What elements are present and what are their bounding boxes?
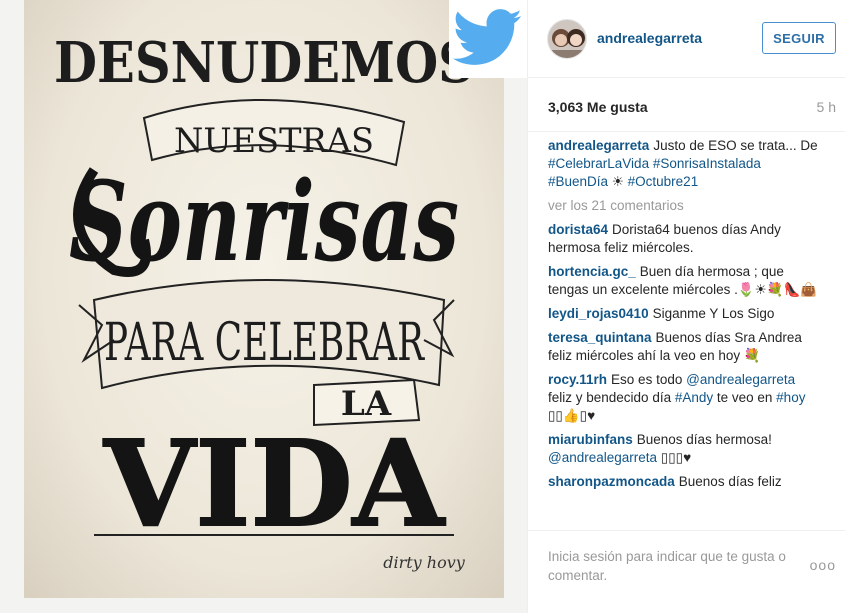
comment-item: sharonpazmoncada Buenos días feliz bbox=[548, 473, 820, 491]
comment-text: te veo en bbox=[713, 390, 777, 405]
comments-list: andrealegarreta Justo de ESO se trata... … bbox=[548, 137, 820, 529]
art-line-para-celebrar: PARA CELEBRAR bbox=[104, 313, 425, 373]
comment-text: Eso es todo bbox=[611, 372, 687, 387]
post-footer: Inicia sesión para indicar que te gusta … bbox=[528, 530, 845, 613]
art-line-desnudemos: DESNUDEMOS bbox=[54, 30, 474, 96]
post-stats: 3,063 Me gusta 5 h bbox=[528, 78, 845, 132]
post-header: andrealegarreta SEGUIR bbox=[528, 0, 845, 78]
comment-username[interactable]: dorista64 bbox=[548, 222, 608, 237]
comment-item: rocy.11rh Eso es todo @andrealegarreta fe… bbox=[548, 371, 820, 425]
comment-username[interactable]: sharonpazmoncada bbox=[548, 474, 675, 489]
comment-username[interactable]: miarubinfans bbox=[548, 432, 633, 447]
hashtag-link[interactable]: #SonrisaInstalada bbox=[653, 156, 761, 171]
more-options-icon[interactable]: ooo bbox=[810, 557, 836, 573]
post-image[interactable]: DESNUDEMOS NUESTRAS Sonrisas PARA CELEBR… bbox=[24, 0, 504, 598]
comment-text: Siganme Y Los Sigo bbox=[652, 306, 775, 321]
hashtag-link[interactable]: #hoy bbox=[776, 390, 805, 405]
twitter-badge[interactable] bbox=[449, 0, 527, 78]
hashtag-link[interactable]: #Octubre21 bbox=[628, 174, 699, 189]
art-line-vida: VIDA bbox=[103, 414, 445, 553]
comment-text: feliz y bendecido día bbox=[548, 390, 675, 405]
caption: andrealegarreta Justo de ESO se trata... … bbox=[548, 137, 820, 191]
hashtag-link[interactable]: #BuenDía bbox=[548, 174, 608, 189]
post-time[interactable]: 5 h bbox=[817, 99, 836, 115]
comment-item: teresa_quintana Buenos días Sra Andrea fe… bbox=[548, 329, 820, 365]
likes-count[interactable]: 3,063 Me gusta bbox=[548, 99, 648, 115]
view-all-comments-link[interactable]: ver los 21 comentarios bbox=[548, 197, 820, 215]
caption-text: Justo de ESO se trata... De bbox=[653, 138, 818, 153]
bottom-strip bbox=[0, 598, 527, 613]
comment-username[interactable]: leydi_rojas0410 bbox=[548, 306, 649, 321]
comment-text: ▯▯▯♥ bbox=[657, 450, 692, 465]
comment-item: leydi_rojas0410 Siganme Y Los Sigo bbox=[548, 305, 820, 323]
follow-button[interactable]: SEGUIR bbox=[762, 22, 836, 54]
art-line-nuestras: NUESTRAS bbox=[174, 121, 374, 161]
photo-panel: DESNUDEMOS NUESTRAS Sonrisas PARA CELEBR… bbox=[0, 0, 527, 613]
mention-link[interactable]: @andrealegarreta bbox=[548, 450, 657, 465]
comment-text: Buenos días hermosa! bbox=[636, 432, 772, 447]
comment-username[interactable]: hortencia.gc_ bbox=[548, 264, 636, 279]
comment-item: miarubinfans Buenos días hermosa! @andrea… bbox=[548, 431, 820, 467]
mention-link[interactable]: @andrealegarreta bbox=[686, 372, 795, 387]
comment-username[interactable]: teresa_quintana bbox=[548, 330, 652, 345]
comment-item: hortencia.gc_ Buen día hermosa ; que teng… bbox=[548, 263, 820, 299]
art-signature: dirty hovy bbox=[383, 553, 466, 572]
twitter-bird-icon bbox=[453, 9, 522, 65]
hashtag-link[interactable]: #Andy bbox=[675, 390, 713, 405]
art-line-sonrisas: Sonrisas bbox=[69, 157, 459, 286]
comment-item: dorista64 Dorista64 buenos días Andy herm… bbox=[548, 221, 820, 257]
comment-text: Buenos días feliz bbox=[678, 474, 782, 489]
lettering-artwork: DESNUDEMOS NUESTRAS Sonrisas PARA CELEBR… bbox=[54, 30, 474, 572]
avatar-photo-icon bbox=[548, 20, 586, 58]
hashtag-link[interactable]: #CelebrarLaVida bbox=[548, 156, 649, 171]
login-prompt[interactable]: Inicia sesión para indicar que te gusta … bbox=[548, 547, 808, 585]
header-username[interactable]: andrealegarreta bbox=[597, 30, 702, 46]
comment-username[interactable]: rocy.11rh bbox=[548, 372, 607, 387]
post-sidebar: andrealegarreta SEGUIR 3,063 Me gusta 5 … bbox=[527, 0, 845, 613]
sun-emoji: ☀ bbox=[608, 174, 628, 189]
comment-text: ▯▯👍▯♥ bbox=[548, 408, 596, 423]
caption-username[interactable]: andrealegarreta bbox=[548, 138, 649, 153]
avatar[interactable] bbox=[547, 19, 587, 59]
